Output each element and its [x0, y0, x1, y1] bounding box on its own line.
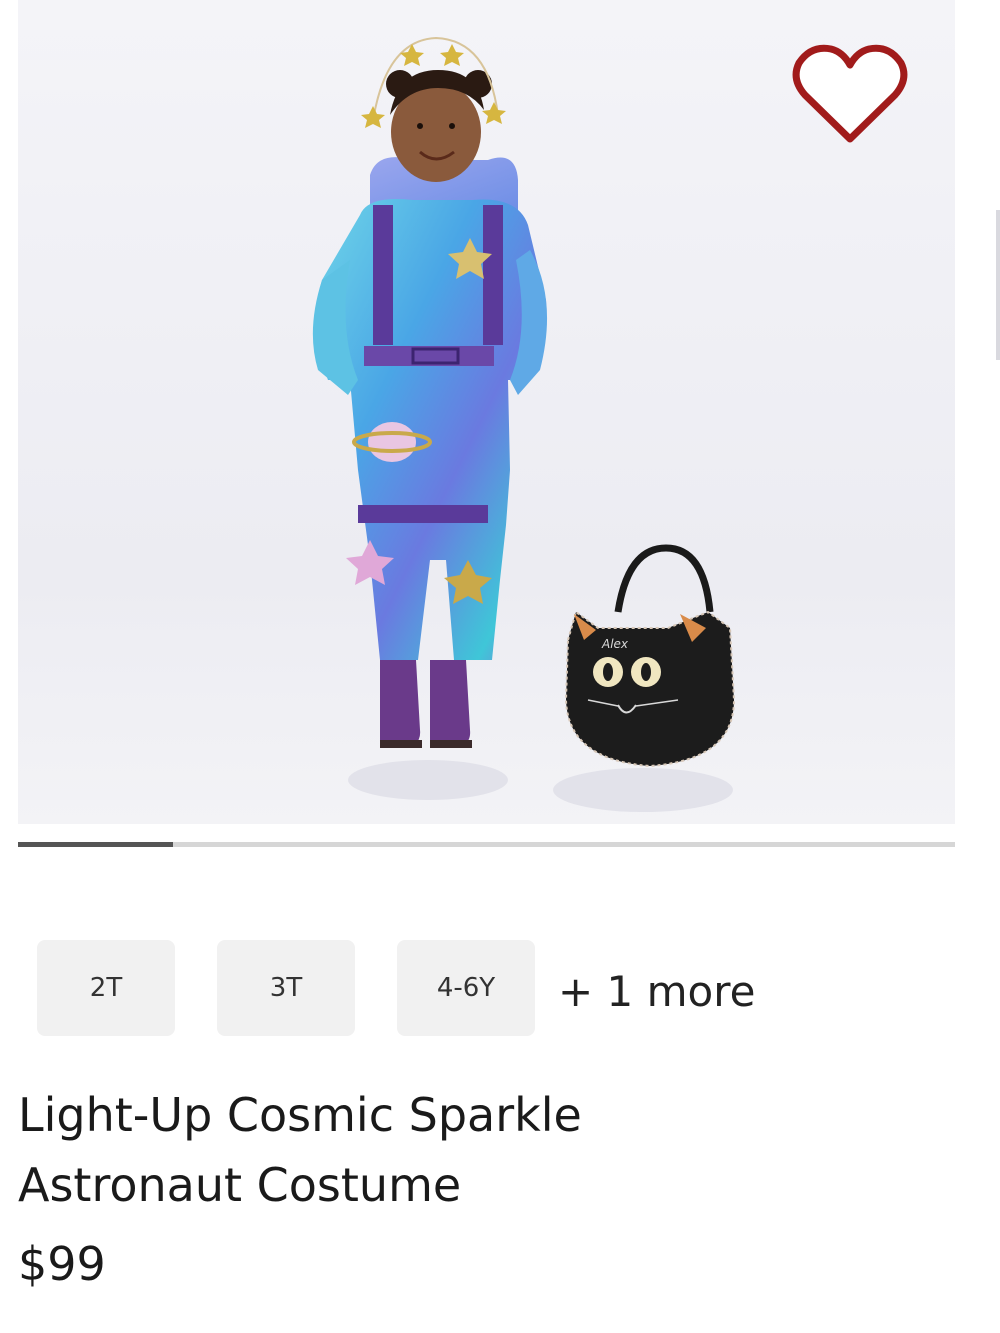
next-image-peek: [996, 210, 1000, 360]
product-price: $99: [18, 1237, 106, 1291]
heart-outline-icon: [792, 44, 908, 143]
carousel-progress-fill: [18, 842, 173, 847]
size-option-4-6y[interactable]: 4-6Y: [397, 940, 535, 1036]
product-title-line-1: Light-Up Cosmic Sparkle: [18, 1088, 582, 1142]
wishlist-button[interactable]: [788, 40, 912, 150]
product-title[interactable]: Light-Up Cosmic Sparkle Astronaut Costum…: [18, 1080, 978, 1220]
size-option-2t[interactable]: 2T: [37, 940, 175, 1036]
more-sizes-link[interactable]: + 1 more: [558, 962, 755, 1022]
image-carousel-progress: [18, 842, 955, 847]
product-title-line-2: Astronaut Costume: [18, 1158, 462, 1212]
basket-name: Alex: [601, 637, 629, 651]
size-option-3t[interactable]: 3T: [217, 940, 355, 1036]
